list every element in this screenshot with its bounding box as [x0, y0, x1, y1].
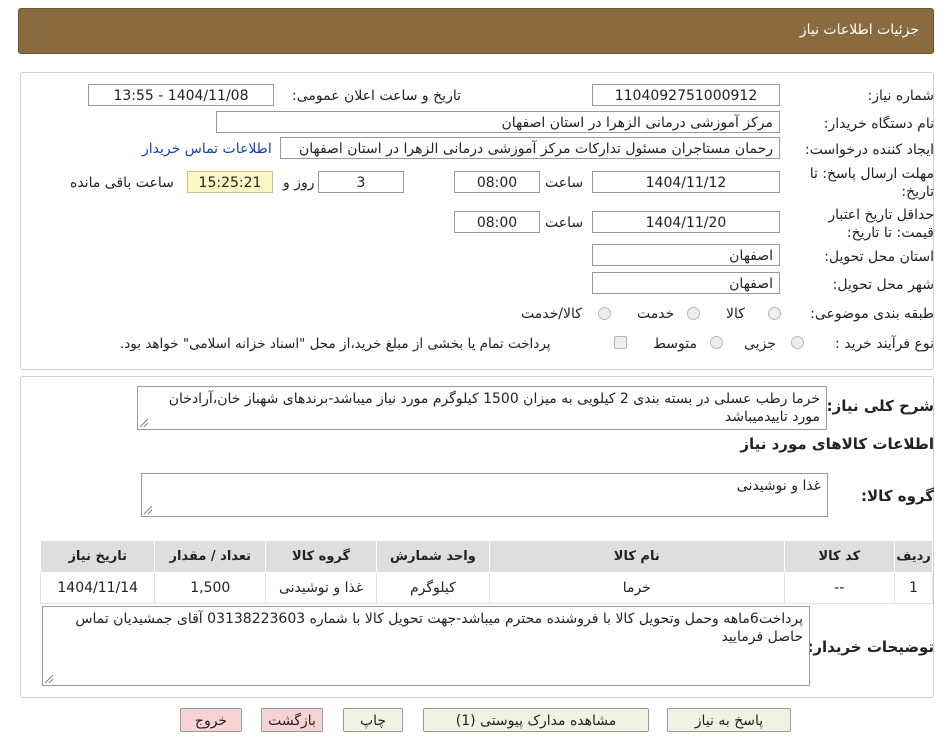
table-row: 1 -- خرما کیلوگرم غذا و نوشیدنی 1,500 14…	[39, 572, 933, 604]
reply-deadline-label: مهلت ارسال پاسخ: تا	[809, 166, 934, 182]
reply-hour-label: ساعت	[545, 175, 584, 191]
table-cell: 1,500	[154, 572, 267, 604]
column-header: کد کالا	[783, 540, 896, 573]
days-label: روز و	[283, 175, 315, 191]
buyer-org-label: نام دستگاه خریدار:	[823, 116, 934, 132]
column-header: تعداد / مقدار	[154, 540, 267, 573]
validity-hour-label: ساعت	[545, 215, 584, 231]
summary-label: شرح کلی نیاز:	[826, 397, 934, 415]
category-option-service: خدمت	[637, 306, 675, 322]
reply-deadline-label-2: تاریخ:	[901, 184, 934, 200]
table-header-row: ردیف کد کالا نام کالا واحد شمارش گروه کا…	[39, 540, 933, 573]
days-field: 3	[318, 171, 404, 193]
goods-group-field: غذا و نوشیدنی	[141, 473, 828, 517]
creator-label: ایجاد کننده درخواست:	[805, 142, 934, 158]
table-cell: خرما	[488, 572, 785, 604]
table-cell: 1404/11/14	[39, 572, 156, 604]
summary-textarea[interactable]: خرما رطب عسلی در بسته بندی 2 کیلویی به م…	[137, 386, 827, 430]
validity-date-field: 1404/11/20	[592, 211, 780, 233]
province-label: استان محل تحویل:	[824, 249, 934, 265]
category-label: طبقه بندی موضوعی:	[810, 306, 934, 322]
process-label: نوع فرآیند خرید :	[835, 336, 934, 352]
resize-grip-icon[interactable]	[140, 419, 148, 427]
page-header: جزئیات اطلاعات نیاز	[18, 8, 934, 54]
category-radio-goods[interactable]	[768, 307, 781, 320]
goods-group-value: غذا و نوشیدنی	[736, 478, 821, 494]
process-option-minor: جزیی	[744, 336, 776, 352]
summary-text: خرما رطب عسلی در بسته بندی 2 کیلویی به م…	[168, 391, 820, 425]
creator-field: رحمان مستاجران مسئول تدارکات مرکز آموزشی…	[280, 137, 780, 159]
column-header: نام کالا	[488, 540, 785, 573]
treasury-payment-note: پرداخت تمام یا بخشی از مبلغ خرید،از محل …	[120, 336, 551, 352]
print-button[interactable]: چاپ	[343, 708, 403, 732]
page-title: جزئیات اطلاعات نیاز	[799, 22, 919, 38]
category-radio-service[interactable]	[687, 307, 700, 320]
buyer-notes-label: توضیحات خریدار:	[807, 638, 934, 656]
remaining-time-field: 15:25:21	[187, 171, 273, 193]
goods-table: ردیف کد کالا نام کالا واحد شمارش گروه کا…	[39, 540, 933, 604]
buyer-org-field: مرکز آموزشی درمانی الزهرا در استان اصفها…	[216, 111, 780, 133]
process-radio-medium[interactable]	[710, 336, 723, 349]
reply-button[interactable]: پاسخ به نیاز	[667, 708, 791, 732]
category-option-goods-service: کالا/خدمت	[521, 306, 582, 322]
goods-group-label: گروه کالا:	[861, 487, 934, 505]
table-cell: --	[783, 572, 896, 604]
treasury-payment-checkbox[interactable]	[614, 336, 627, 349]
reply-time-field: 08:00	[454, 171, 540, 193]
table-cell: کیلوگرم	[375, 572, 490, 604]
validity-label-2: قیمت: تا تاریخ:	[846, 225, 934, 241]
reply-date-field: 1404/11/12	[592, 171, 780, 193]
column-header: ردیف	[894, 540, 933, 573]
announce-field: 1404/11/08 - 13:55	[88, 84, 274, 106]
buyer-contact-link[interactable]: اطلاعات تماس خریدار	[142, 141, 272, 157]
goods-info-title: اطلاعات کالاهای مورد نیاز	[740, 435, 934, 453]
back-button[interactable]: بازگشت	[261, 708, 323, 732]
remaining-label: ساعت باقی مانده	[70, 175, 174, 191]
category-option-goods: کالا	[726, 306, 745, 322]
need-number-field: 1104092751000912	[592, 84, 780, 106]
resize-grip-icon[interactable]	[45, 675, 53, 683]
buyer-notes-textarea[interactable]: پرداخت6ماهه وحمل وتحویل کالا با فروشنده …	[42, 606, 810, 686]
table-cell: 1	[894, 572, 933, 604]
exit-button[interactable]: خروج	[180, 708, 242, 732]
resize-grip-icon	[144, 506, 152, 514]
city-field: اصفهان	[592, 272, 780, 294]
buyer-notes-text: پرداخت6ماهه وحمل وتحویل کالا با فروشنده …	[75, 611, 803, 645]
validity-time-field: 08:00	[454, 211, 540, 233]
province-field: اصفهان	[592, 244, 780, 266]
announce-label: تاریخ و ساعت اعلان عمومی:	[292, 88, 461, 104]
column-header: تاریخ نیاز	[39, 540, 156, 573]
column-header: واحد شمارش	[375, 540, 490, 573]
city-label: شهر محل تحویل:	[832, 277, 934, 293]
need-number-label: شماره نیاز:	[867, 88, 935, 104]
column-header: گروه کالا	[265, 540, 377, 573]
table-cell: غذا و نوشیدنی	[265, 572, 377, 604]
process-radio-minor[interactable]	[791, 336, 804, 349]
category-radio-goods-service[interactable]	[598, 307, 611, 320]
validity-label: حداقل تاریخ اعتبار	[828, 207, 934, 223]
view-attachments-button[interactable]: مشاهده مدارک پیوستی (1)	[423, 708, 649, 732]
process-option-medium: متوسط	[653, 336, 697, 352]
